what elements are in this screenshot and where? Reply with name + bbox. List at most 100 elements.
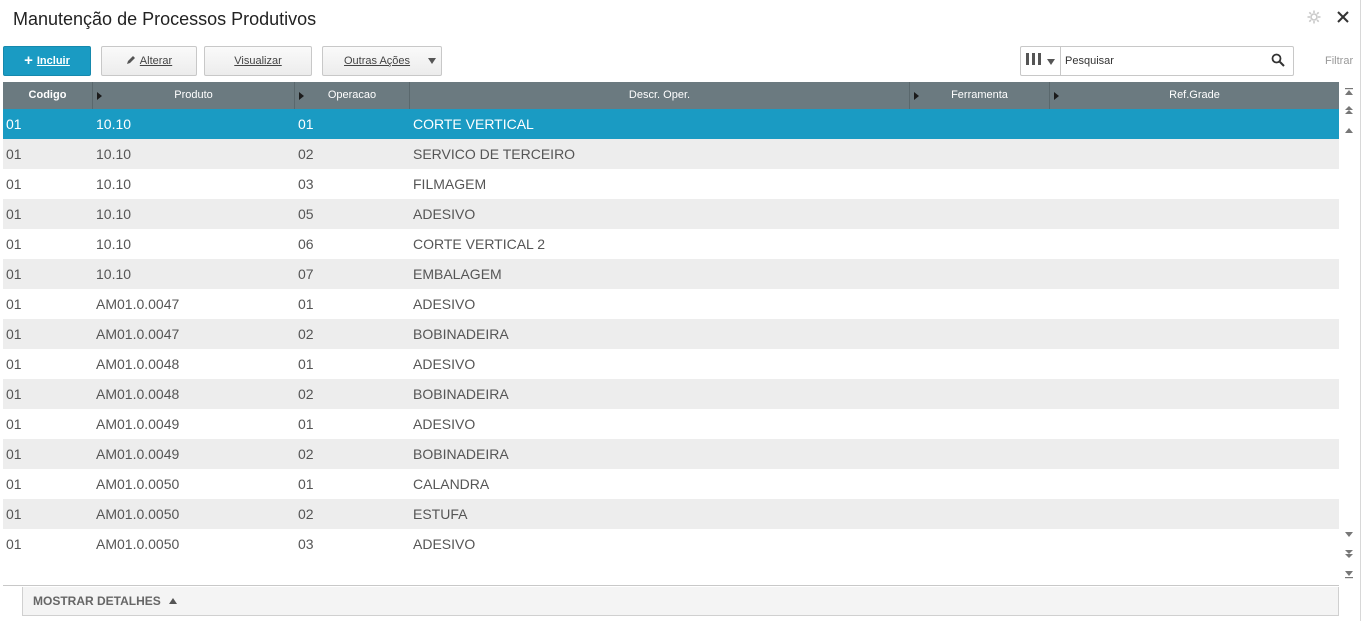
table-cell: 01 bbox=[6, 476, 22, 492]
table-cell: AM01.0.0049 bbox=[96, 416, 180, 432]
search-input[interactable] bbox=[1065, 53, 1265, 69]
table-row[interactable]: 01 AM01.0.0050 03 ADESIVO bbox=[3, 529, 1339, 559]
table-cell: 10.10 bbox=[96, 266, 132, 282]
data-grid: Codigo Produto Operacao Descr. Oper. Fer… bbox=[3, 82, 1339, 585]
scroll-down-icon[interactable] bbox=[1343, 529, 1355, 541]
alterar-button[interactable]: Alterar bbox=[101, 46, 197, 76]
filtrar-link[interactable]: Filtrar bbox=[1325, 55, 1353, 67]
table-row[interactable]: 01 AM01.0.0048 01 ADESIVO bbox=[3, 349, 1339, 379]
table-cell: BOBINADEIRA bbox=[413, 326, 509, 342]
table-cell: AM01.0.0047 bbox=[96, 296, 180, 312]
table-cell: ADESIVO bbox=[413, 536, 476, 552]
column-header-ref-grade[interactable]: Ref.Grade bbox=[1050, 82, 1339, 109]
column-header-descr-oper[interactable]: Descr. Oper. bbox=[410, 82, 910, 109]
search-icon[interactable] bbox=[1271, 53, 1285, 72]
table-cell: EMBALAGEM bbox=[413, 266, 502, 282]
table-row[interactable]: 01 10.10 06 CORTE VERTICAL 2 bbox=[3, 229, 1339, 259]
column-header-ferramenta[interactable]: Ferramenta bbox=[910, 82, 1050, 109]
vertical-scrollbar[interactable] bbox=[1340, 82, 1358, 585]
table-cell: 01 bbox=[298, 296, 314, 312]
sort-arrow-icon bbox=[97, 92, 102, 100]
title-actions bbox=[1306, 10, 1352, 26]
scroll-last-icon[interactable] bbox=[1343, 569, 1355, 581]
page-title: Manutenção de Processos Produtivos bbox=[13, 9, 317, 29]
table-cell: 01 bbox=[6, 356, 22, 372]
scroll-up-icon[interactable] bbox=[1343, 126, 1355, 138]
outras-acoes-label: Outras Ações bbox=[344, 55, 411, 67]
gear-icon[interactable] bbox=[1306, 10, 1322, 26]
table-cell: 03 bbox=[298, 176, 314, 192]
table-row[interactable]: 01 10.10 07 EMBALAGEM bbox=[3, 259, 1339, 289]
outras-acoes-button[interactable]: Outras Ações bbox=[322, 46, 442, 76]
table-cell: 05 bbox=[298, 206, 314, 222]
column-header-produto[interactable]: Produto bbox=[93, 82, 295, 109]
table-cell: AM01.0.0050 bbox=[96, 506, 180, 522]
table-cell: 03 bbox=[298, 536, 314, 552]
incluir-button[interactable]: + Incluir bbox=[3, 46, 91, 76]
table-cell: ADESIVO bbox=[413, 296, 476, 312]
column-header-codigo[interactable]: Codigo bbox=[3, 82, 93, 109]
table-cell: AM01.0.0048 bbox=[96, 386, 180, 402]
table-cell: 01 bbox=[6, 236, 22, 252]
mostrar-detalhes-label: MOSTRAR DETALHES bbox=[33, 594, 161, 608]
table-row[interactable]: 01 10.10 05 ADESIVO bbox=[3, 199, 1339, 229]
table-cell: ESTUFA bbox=[413, 506, 468, 522]
sort-arrow-icon bbox=[1054, 92, 1059, 100]
table-row[interactable]: 01 AM01.0.0049 01 ADESIVO bbox=[3, 409, 1339, 439]
table-cell: CORTE VERTICAL 2 bbox=[413, 236, 546, 252]
visualizar-label: Visualizar bbox=[234, 55, 282, 67]
table-cell: 01 bbox=[6, 326, 22, 342]
incluir-label: Incluir bbox=[36, 55, 70, 67]
table-cell: 01 bbox=[6, 536, 22, 552]
table-cell: CORTE VERTICAL bbox=[413, 116, 534, 132]
table-cell: 01 bbox=[298, 416, 314, 432]
close-icon[interactable] bbox=[1336, 10, 1352, 26]
table-row[interactable]: 01 AM01.0.0050 01 CALANDRA bbox=[3, 469, 1339, 499]
chevron-down-icon bbox=[1047, 52, 1055, 70]
column-header-operacao[interactable]: Operacao bbox=[295, 82, 410, 109]
columns-button[interactable] bbox=[1021, 47, 1061, 75]
table-cell: 01 bbox=[6, 386, 22, 402]
table-cell: CALANDRA bbox=[413, 476, 490, 492]
table-cell: BOBINADEIRA bbox=[413, 446, 509, 462]
table-cell: 07 bbox=[298, 266, 314, 282]
table-cell: 01 bbox=[6, 266, 22, 282]
pencil-icon bbox=[126, 55, 136, 68]
table-cell: 01 bbox=[6, 116, 22, 132]
table-cell: 01 bbox=[6, 416, 22, 432]
scroll-page-up-icon[interactable] bbox=[1343, 105, 1355, 117]
table-cell: 01 bbox=[6, 446, 22, 462]
table-row[interactable]: 01 AM01.0.0047 01 ADESIVO bbox=[3, 289, 1339, 319]
table-row[interactable]: 01 AM01.0.0048 02 BOBINADEIRA bbox=[3, 379, 1339, 409]
table-cell: 02 bbox=[298, 386, 314, 402]
search-box bbox=[1020, 46, 1294, 76]
visualizar-button[interactable]: Visualizar bbox=[204, 46, 312, 76]
table-cell: AM01.0.0047 bbox=[96, 326, 180, 342]
main-window: Manutenção de Processos Produtivos + Inc… bbox=[0, 0, 1361, 621]
table-cell: 10.10 bbox=[96, 116, 132, 132]
scroll-first-icon[interactable] bbox=[1343, 87, 1355, 99]
toolbar: + Incluir Alterar Visualizar Outras Açõe… bbox=[3, 46, 1358, 76]
table-row[interactable]: 01 10.10 02 SERVICO DE TERCEIRO bbox=[3, 139, 1339, 169]
table-cell: FILMAGEM bbox=[413, 176, 487, 192]
mostrar-detalhes-button[interactable]: MOSTRAR DETALHES bbox=[22, 587, 1339, 616]
table-cell: 06 bbox=[298, 236, 314, 252]
table-cell: 01 bbox=[6, 176, 22, 192]
chevron-down-icon bbox=[428, 58, 436, 64]
scroll-page-down-icon[interactable] bbox=[1343, 549, 1355, 561]
table-cell: 02 bbox=[298, 146, 314, 162]
table-cell: ADESIVO bbox=[413, 206, 476, 222]
table-cell: 01 bbox=[6, 206, 22, 222]
columns-icon bbox=[1026, 52, 1042, 70]
table-row[interactable]: 01 AM01.0.0050 02 ESTUFA bbox=[3, 499, 1339, 529]
table-cell: ADESIVO bbox=[413, 416, 476, 432]
alterar-label: Alterar bbox=[139, 55, 173, 67]
table-cell: 01 bbox=[6, 506, 22, 522]
table-cell: 01 bbox=[298, 356, 314, 372]
table-row[interactable]: 01 10.10 03 FILMAGEM bbox=[3, 169, 1339, 199]
table-cell: 10.10 bbox=[96, 206, 132, 222]
table-row[interactable]: 01 AM01.0.0049 02 BOBINADEIRA bbox=[3, 439, 1339, 469]
table-cell: AM01.0.0048 bbox=[96, 356, 180, 372]
table-row[interactable]: 01 AM01.0.0047 02 BOBINADEIRA bbox=[3, 319, 1339, 349]
table-row[interactable]: 01 10.10 01 CORTE VERTICAL bbox=[3, 109, 1339, 139]
